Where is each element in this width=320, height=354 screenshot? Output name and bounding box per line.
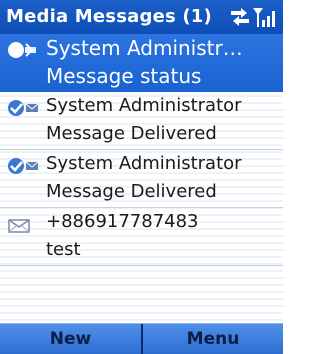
- unread-status-icon: [8, 42, 36, 58]
- message-subject: test: [46, 239, 81, 260]
- message-subject: Message Delivered: [46, 123, 217, 144]
- message-sender: System Administr…: [46, 36, 243, 60]
- message-sender: System Administrator: [46, 153, 242, 174]
- data-connection-icon: [231, 8, 249, 26]
- message-item[interactable]: System Administr… Message status: [0, 34, 283, 92]
- softkey-bar: New Menu: [0, 323, 283, 354]
- message-item[interactable]: System Administrator Message Delivered: [0, 92, 283, 150]
- screen-title: Media Messages (1): [6, 6, 212, 27]
- signal-strength-icon: [253, 8, 275, 27]
- message-item[interactable]: +886917787483 test: [0, 208, 283, 266]
- delivered-status-icon: [8, 100, 39, 116]
- message-list[interactable]: System Administr… Message status System …: [0, 34, 283, 323]
- title-bar: Media Messages (1): [0, 0, 283, 34]
- message-subject: Message Delivered: [46, 181, 217, 202]
- message-subject: Message status: [46, 64, 202, 88]
- status-icons: [227, 5, 279, 29]
- new-softkey[interactable]: New: [0, 324, 141, 354]
- menu-softkey[interactable]: Menu: [143, 324, 283, 354]
- message-item[interactable]: System Administrator Message Delivered: [0, 150, 283, 208]
- envelope-icon: [8, 219, 30, 233]
- delivered-status-icon: [8, 158, 39, 174]
- message-sender: +886917787483: [46, 211, 199, 232]
- message-sender: System Administrator: [46, 95, 242, 116]
